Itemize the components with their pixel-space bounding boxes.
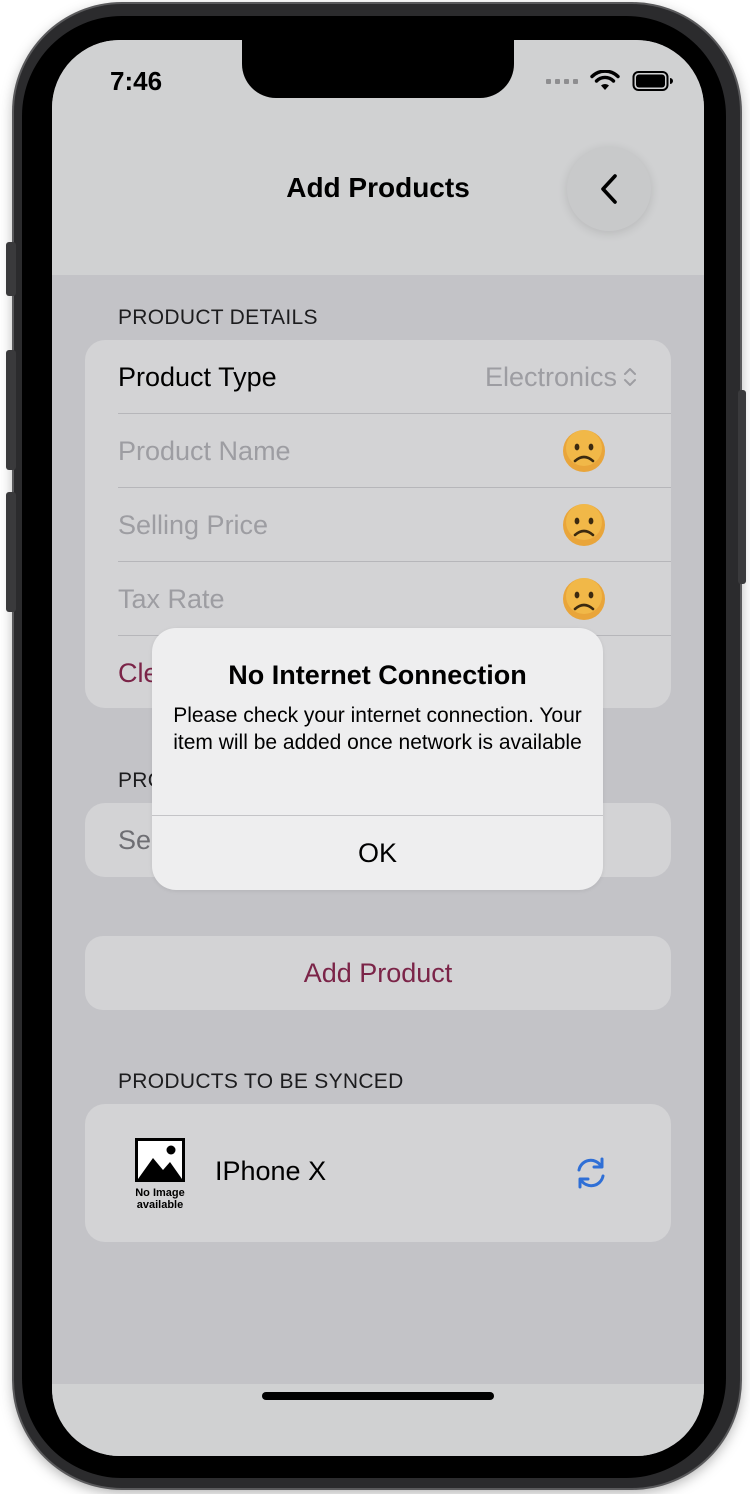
power-button [738, 390, 746, 584]
mute-switch [6, 242, 16, 296]
sad-face-icon [563, 430, 605, 472]
product-type-value: Electronics [484, 361, 617, 392]
chevron-up-down-icon [624, 368, 636, 386]
image-placeholder-icon [135, 1138, 185, 1182]
alert-message: Please check your internet connection. Y… [173, 704, 582, 754]
sad-face-icon [563, 504, 605, 546]
tax-rate-field[interactable]: Tax Rate [118, 584, 225, 615]
home-indicator[interactable] [262, 1392, 494, 1400]
product-details-header: PRODUCT DETAILS [118, 306, 318, 329]
product-name-row[interactable]: Product Name [118, 414, 671, 488]
sync-section-header: PRODUCTS TO BE SYNCED [118, 1070, 404, 1093]
alert-title: No Internet Connection [228, 660, 527, 690]
volume-down-button [6, 492, 16, 612]
second-section-field[interactable]: Se [118, 825, 151, 856]
product-type-picker[interactable]: Electronics [485, 362, 637, 393]
battery-icon [632, 71, 673, 91]
selling-price-field[interactable]: Selling Price [118, 510, 268, 541]
camera-notch [242, 40, 514, 98]
screen: Add Products 7:46 PRODUCT DETAILS Produc… [52, 40, 704, 1456]
sync-list-item[interactable]: No Image available IPhone X [85, 1104, 671, 1242]
volume-up-button [6, 350, 16, 470]
no-image-caption-line1: No Image [135, 1187, 185, 1199]
selling-price-row[interactable]: Selling Price [118, 488, 671, 562]
sync-item-card: No Image available IPhone X [85, 1104, 671, 1242]
no-internet-alert: No Internet Connection Please check your… [152, 628, 603, 890]
alert-ok-button[interactable]: OK [152, 816, 603, 890]
tax-rate-row[interactable]: Tax Rate [118, 562, 671, 636]
cellular-signal-icon [546, 78, 578, 84]
add-product-button[interactable]: Add Product [85, 936, 671, 1010]
wifi-icon [590, 70, 620, 90]
product-type-row[interactable]: Product Type Electronics [118, 340, 671, 414]
no-image-caption-line2: available [136, 1199, 184, 1211]
add-product-label: Add Product [303, 957, 453, 988]
product-type-label: Product Type [118, 361, 277, 392]
sync-item-name: IPhone X [215, 1156, 327, 1186]
sad-face-icon [563, 578, 605, 620]
status-icons [546, 70, 674, 92]
chevron-left-icon [601, 174, 617, 204]
status-time: 7:46 [110, 66, 163, 96]
sync-icon[interactable] [573, 1156, 609, 1190]
product-name-field[interactable]: Product Name [118, 436, 291, 467]
alert-ok-label: OK [357, 837, 397, 868]
back-button[interactable] [567, 147, 651, 231]
no-image-placeholder: No Image available [133, 1138, 187, 1211]
